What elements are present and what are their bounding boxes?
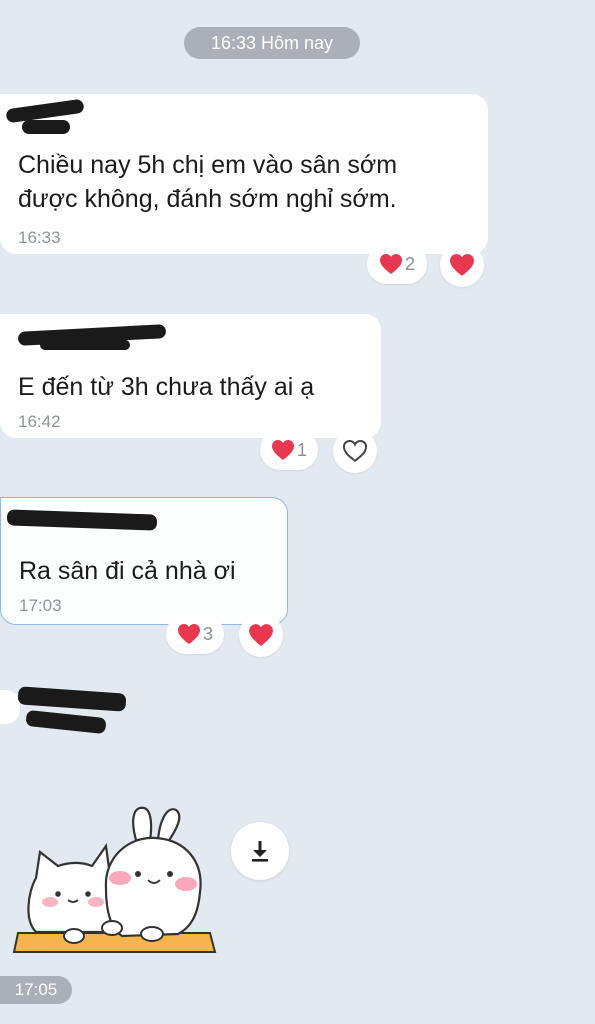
- message-bubble-3[interactable]: Ra sân đi cả nhà ơi 17:03: [0, 497, 288, 625]
- heart-icon: [271, 440, 294, 460]
- message-bubble-2[interactable]: E đến từ 3h chưa thấy ai ạ 16:42: [0, 314, 381, 438]
- heart-icon: [177, 624, 200, 644]
- redacted-sender-name-2: [40, 340, 130, 350]
- message-text: Chiều nay 5h chị em vào sân sớm được khô…: [18, 151, 398, 213]
- download-icon: [252, 841, 268, 862]
- reaction-summary-2[interactable]: 1: [260, 430, 318, 470]
- message-time: 16:33: [18, 228, 61, 247]
- redacted-sender-name-2: [22, 120, 70, 134]
- reaction-count: 1: [296, 439, 307, 460]
- message-time: 17:03: [19, 596, 62, 615]
- sticker-time-label: 17:05: [14, 980, 58, 999]
- sticker-cat-bunny[interactable]: [10, 800, 220, 960]
- heart-icon: [379, 254, 402, 274]
- date-separator-label: 16:33 Hôm nay: [210, 32, 334, 53]
- reaction-summary-3[interactable]: 3: [166, 614, 224, 654]
- react-heart-button-3[interactable]: [239, 613, 283, 657]
- message-text: E đến từ 3h chưa thấy ai ạ: [18, 373, 315, 401]
- heart-icon: [450, 254, 474, 276]
- download-sticker-button[interactable]: [231, 822, 289, 880]
- reaction-count: 2: [404, 253, 415, 274]
- sender-avatar-stub: [0, 690, 20, 724]
- reaction-count: 3: [202, 623, 213, 644]
- heart-outline-icon: [342, 440, 368, 462]
- sticker-time-badge: 17:05: [0, 976, 72, 1004]
- date-separator: 16:33 Hôm nay: [184, 27, 360, 59]
- message-bubble-1[interactable]: Chiều nay 5h chị em vào sân sớm được khô…: [0, 94, 488, 254]
- react-heart-outline-button-2[interactable]: [333, 429, 377, 473]
- redacted-sender-name: [6, 509, 158, 531]
- message-text: Ra sân đi cả nhà ơi: [19, 557, 236, 585]
- reaction-summary-1[interactable]: 2: [367, 244, 427, 284]
- redacted-sender-name-2: [25, 709, 107, 735]
- heart-icon: [249, 624, 273, 646]
- message-time: 16:42: [18, 412, 61, 431]
- react-heart-button-1[interactable]: [440, 243, 484, 287]
- redacted-sender-name: [17, 686, 127, 712]
